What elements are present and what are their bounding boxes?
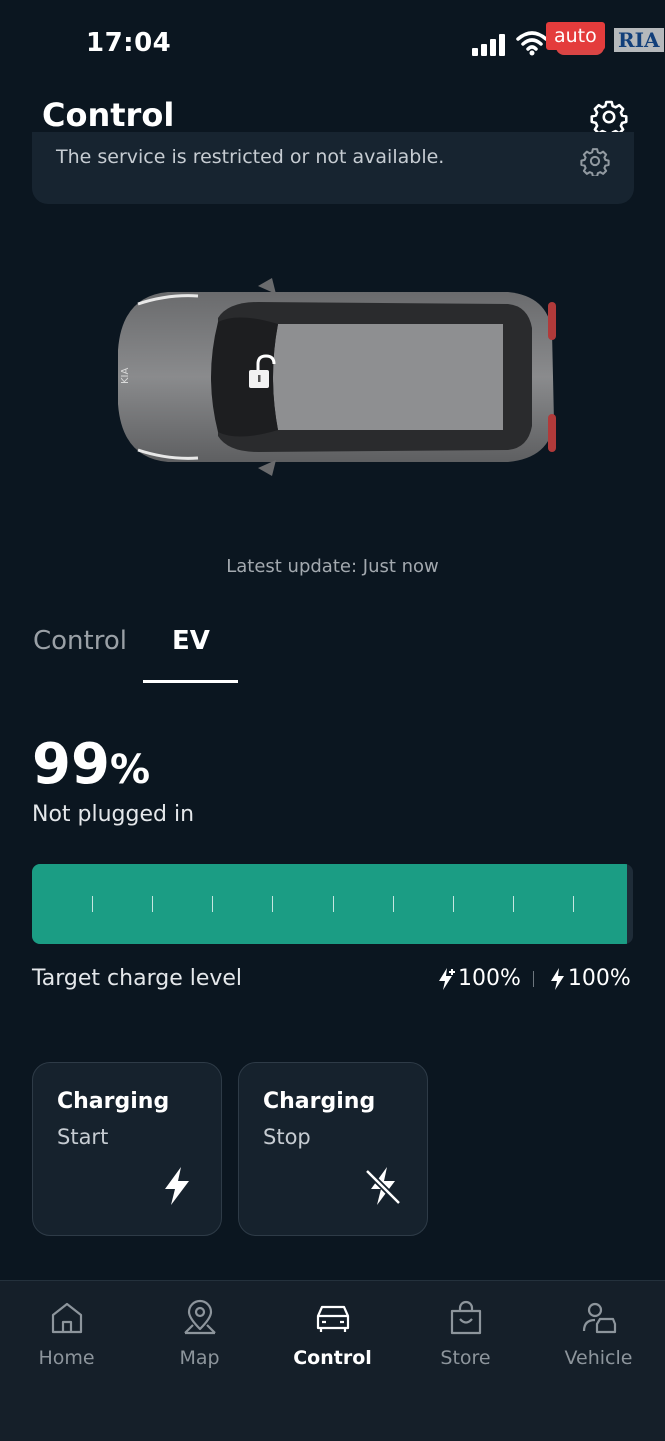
watermark-logo: auto RIA — [546, 18, 664, 56]
svg-text:KIA: KIA — [120, 367, 131, 384]
active-tab-indicator — [143, 680, 238, 683]
bag-icon — [450, 1300, 481, 1335]
notice-gear-icon — [580, 148, 610, 176]
nav-map[interactable]: Map — [133, 1299, 266, 1369]
charge-tick — [272, 896, 274, 912]
bottom-navigation: Home Map Control Store Vehicle — [0, 1280, 665, 1441]
dc-fast-charge-icon — [439, 967, 455, 990]
car-icon — [316, 1305, 349, 1332]
page-title: Control — [42, 96, 175, 134]
nav-control[interactable]: Control — [266, 1299, 399, 1369]
charge-tick — [332, 896, 334, 912]
target-charge-values[interactable]: 100% 100% — [436, 966, 631, 991]
charge-tick — [92, 896, 94, 912]
plug-status: Not plugged in — [32, 802, 195, 827]
card-subtitle: Stop — [263, 1125, 311, 1149]
nav-label: Map — [179, 1347, 220, 1369]
charge-level-fill — [32, 864, 627, 944]
charge-tick — [452, 896, 454, 912]
card-subtitle: Start — [57, 1125, 109, 1149]
bolt-icon — [165, 1167, 189, 1205]
nav-label: Store — [440, 1347, 491, 1369]
map-pin-icon — [183, 1299, 216, 1335]
last-update-text: Latest update: Just now — [226, 556, 439, 577]
charging-stop-button[interactable]: Charging Stop — [238, 1062, 428, 1236]
bolt-off-icon — [364, 1167, 402, 1206]
tab-control[interactable]: Control — [33, 626, 127, 656]
nav-label: Control — [293, 1347, 372, 1369]
ac-charge-icon — [550, 967, 564, 990]
charge-tick — [152, 896, 154, 912]
charge-tick — [212, 896, 214, 912]
nav-label: Home — [38, 1347, 95, 1369]
charge-tick — [392, 896, 394, 912]
tab-ev[interactable]: EV — [172, 626, 210, 656]
charge-tick — [512, 896, 514, 912]
nav-home[interactable]: Home — [0, 1299, 133, 1369]
person-car-icon — [582, 1302, 616, 1334]
watermark-auto: auto — [546, 22, 605, 50]
service-notice: The service is restricted or not availab… — [32, 132, 634, 204]
target-ac-value: 100% — [567, 966, 631, 991]
charge-tick — [572, 896, 574, 912]
nav-store[interactable]: Store — [399, 1299, 532, 1369]
notice-text: The service is restricted or not availab… — [56, 146, 445, 168]
nav-vehicle[interactable]: Vehicle — [532, 1299, 665, 1369]
soc-value: 99 — [32, 732, 110, 797]
card-title: Charging — [263, 1089, 376, 1114]
state-of-charge: 99% — [32, 732, 150, 797]
watermark-ria: RIA — [614, 28, 664, 52]
target-charge-label: Target charge level — [32, 966, 243, 991]
soc-unit: % — [109, 747, 151, 793]
target-dc-value: 100% — [458, 966, 521, 991]
signal-icon — [472, 34, 505, 56]
charging-start-button[interactable]: Charging Start — [32, 1062, 222, 1236]
target-divider — [532, 970, 534, 987]
charge-level-bar — [32, 864, 633, 944]
vehicle-top-view: KIA — [118, 278, 556, 476]
card-title: Charging — [57, 1089, 170, 1114]
status-time: 17:04 — [86, 28, 172, 58]
settings-gear-icon[interactable] — [590, 98, 628, 136]
home-icon — [51, 1302, 82, 1334]
nav-label: Vehicle — [564, 1347, 633, 1369]
wifi-icon — [516, 31, 548, 56]
